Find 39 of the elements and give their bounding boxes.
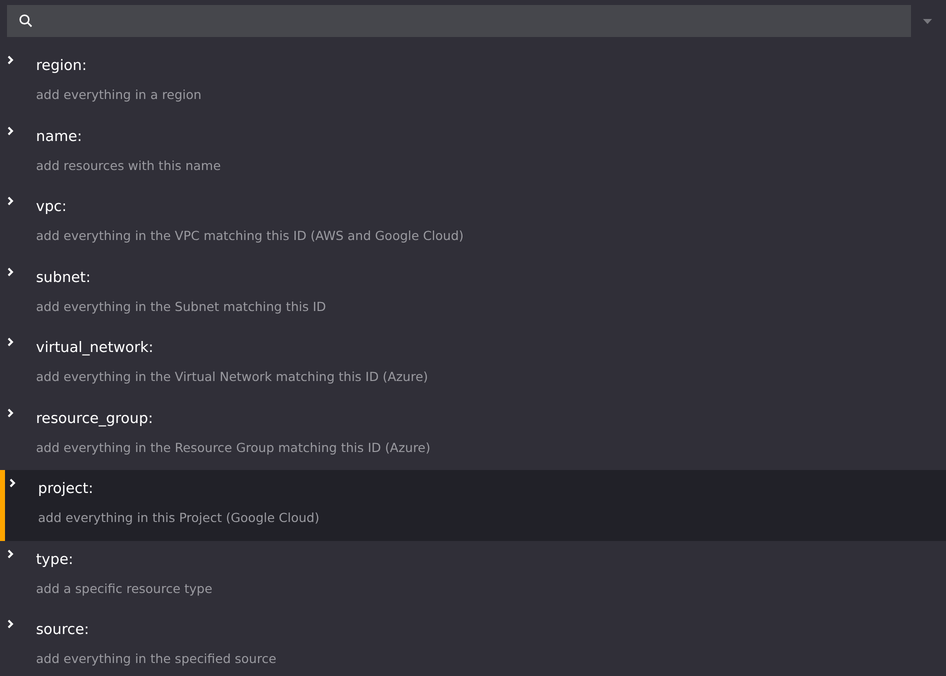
filter-title: region:: [36, 58, 88, 74]
filter-description: add everything in the VPC matching this ID (AWS and Google Cloud): [36, 228, 464, 243]
chevron-icon: [7, 548, 14, 558]
chevron-icon: [7, 196, 14, 206]
filter-title: vpc:: [36, 199, 68, 215]
suggestion-item[interactable]: type: add a specific resource type: [0, 540, 946, 611]
filter-description: add everything in the Resource Group matching this ID (Azure): [36, 440, 430, 454]
suggestion-item[interactable]: project: add everything in this Project (Google Cloud): [0, 470, 946, 540]
filter-title: type:: [36, 552, 74, 568]
chevron-icon: [9, 478, 16, 488]
chevron-icon: [7, 266, 14, 276]
filter-title: resource_group:: [36, 410, 154, 426]
search-field[interactable]: [7, 5, 911, 37]
suggestion-item[interactable]: subnet: add everything in the Subnet matching this ID: [0, 258, 946, 329]
suggestion-item[interactable]: vpc: add everything in the VPC matching this ID (AWS and Google Cloud): [0, 188, 946, 258]
chevron-icon: [7, 55, 14, 65]
filter-title: name:: [36, 128, 84, 144]
chevron-icon: [7, 619, 14, 629]
filter-title: project:: [38, 481, 94, 497]
filter-description: add a specific resource type: [36, 580, 212, 596]
suggestion-item[interactable]: virtual_network: add everything in the Virtual Network matching this ID (Azure): [0, 329, 946, 400]
chevron-icon: [7, 126, 14, 136]
suggestion-item[interactable]: name: add resources with this name: [0, 118, 946, 188]
suggestion-item[interactable]: source: add everything in the specified source: [0, 611, 946, 676]
filter-description: add resources with this name: [36, 158, 221, 172]
search-icon: [19, 14, 33, 28]
filter-description: add everything in the Subnet matching this ID: [36, 298, 326, 314]
filter-description: add everything in the specified source: [36, 651, 276, 666]
filter-title: virtual_network:: [36, 340, 154, 356]
filter-title: source:: [36, 622, 90, 638]
suggestion-item[interactable]: resource_group: add everything in the Resource Group matching this ID (Azure): [0, 400, 946, 470]
suggestion-item[interactable]: region: add everything in a region: [0, 47, 946, 118]
filter-description: add everything in the Virtual Network matching this ID (Azure): [36, 369, 428, 384]
filter-title: subnet:: [36, 270, 92, 286]
chevron-icon: [7, 408, 14, 418]
filter-description: add everything in a region: [36, 87, 202, 102]
filter-description: add everything in this Project (Google Cloud): [38, 510, 320, 525]
dropdown-caret-icon[interactable]: [923, 18, 932, 24]
chevron-icon: [7, 337, 14, 347]
